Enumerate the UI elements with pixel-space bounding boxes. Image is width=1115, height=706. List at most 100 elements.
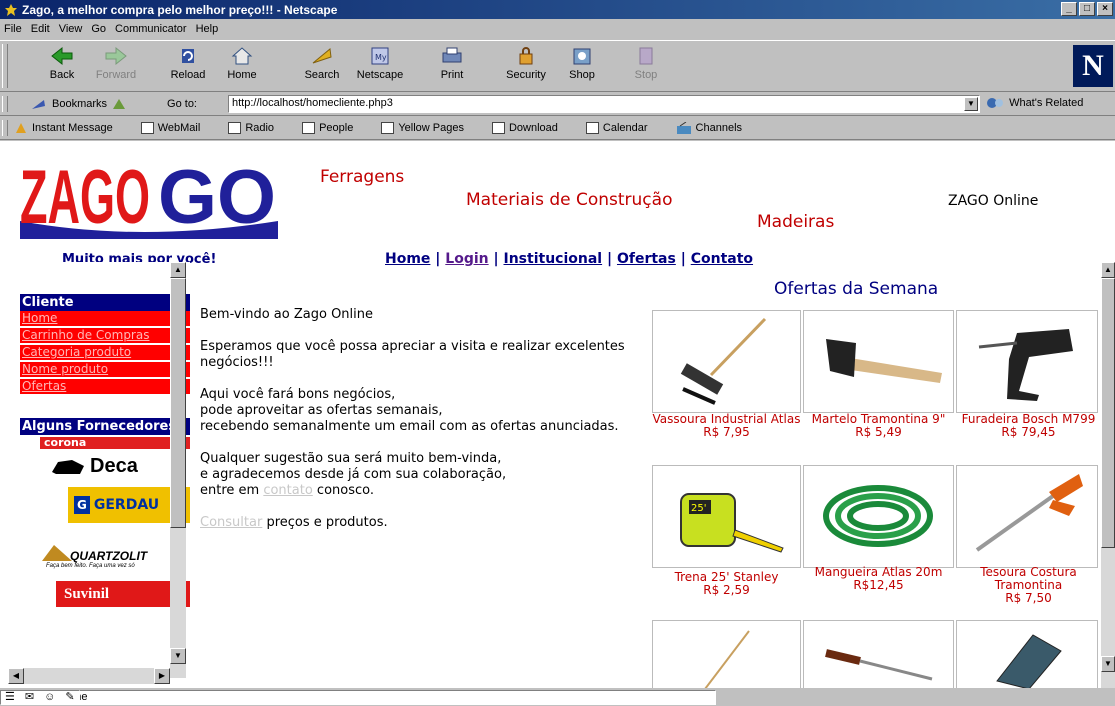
bookmark-page-icon (381, 122, 395, 134)
people-button[interactable]: People (302, 122, 367, 134)
sidebar-item-category[interactable]: Categoria produto (20, 345, 190, 362)
left-frame: Cliente Home Carrinho de Compras Categor… (20, 262, 190, 688)
menu-communicator[interactable]: Communicator (113, 23, 194, 35)
calendar-button[interactable]: Calendar (585, 122, 662, 134)
menu-go[interactable]: Go (89, 23, 113, 35)
product-label[interactable]: Vassoura Industrial Atlas R$ 7,95 (651, 413, 802, 439)
home-button[interactable]: Home (216, 45, 268, 89)
product-label[interactable]: Tesoura Costura Tramontina R$ 7,50 (953, 566, 1104, 605)
reload-button[interactable]: Reload (162, 45, 214, 89)
bookmarks-button[interactable]: Bookmarks (30, 97, 127, 111)
netscape-logo[interactable]: N (1073, 45, 1113, 87)
nav-institucional[interactable]: Institucional (504, 251, 603, 267)
netscape-button[interactable]: My Netscape (354, 45, 406, 89)
security-button[interactable]: Security (500, 45, 552, 89)
stop-button[interactable]: Stop (620, 45, 672, 89)
back-button[interactable]: Back (36, 45, 88, 89)
svg-text:ZAGO: ZAGO (20, 159, 150, 240)
scroll-down-button[interactable]: ▼ (1101, 656, 1115, 672)
search-button[interactable]: Search (296, 45, 348, 89)
page-viewport: ZAGO GO Ferragens Materiais de Construçã… (0, 141, 1115, 688)
download-button[interactable]: Download (491, 122, 572, 134)
tape-measure-icon: 25' (680, 493, 784, 553)
menu-help[interactable]: Help (194, 23, 226, 35)
product-image-cell[interactable]: 25' (652, 465, 801, 568)
product-label[interactable]: Trena 25' Stanley R$ 2,59 (651, 571, 802, 597)
scroll-right-button[interactable]: ▶ (154, 668, 170, 684)
composer-icon[interactable]: ✎ (65, 691, 74, 704)
product-label[interactable]: Martelo Tramontina 9" R$ 5,49 (803, 413, 954, 439)
scissors-icon (975, 474, 1083, 552)
instant-message-button[interactable]: Instant Message (14, 122, 127, 134)
forward-button[interactable]: Forward (90, 45, 142, 89)
whats-related-button[interactable]: What's Related (986, 97, 1083, 109)
product-image-cell[interactable] (803, 465, 954, 568)
product-image-cell[interactable] (652, 310, 801, 413)
groups-icon[interactable]: ☺ (44, 691, 55, 704)
supplier-deca-logo[interactable]: Deca (50, 453, 138, 479)
rake-icon (704, 630, 750, 688)
product-image-cell[interactable] (956, 465, 1098, 568)
url-dropdown-button[interactable]: ▼ (964, 97, 978, 111)
menu-bar: File Edit View Go Communicator Help (0, 19, 1115, 39)
personal-grip[interactable] (2, 120, 8, 136)
window-title-bar[interactable]: Zago, a melhor compra pelo melhor preço!… (0, 0, 1115, 19)
supplier-corona-logo[interactable]: corona (40, 437, 190, 449)
location-grip[interactable] (2, 96, 8, 112)
menu-view[interactable]: View (57, 23, 90, 35)
scroll-thumb[interactable] (170, 278, 186, 528)
product-image-cell[interactable] (956, 310, 1098, 413)
nav-home[interactable]: Home (385, 251, 430, 267)
print-button[interactable]: Print (426, 45, 478, 89)
personal-toolbar: Instant Message WebMail Radio People Yel… (0, 117, 1115, 140)
product-image-cell[interactable] (803, 310, 954, 413)
scroll-up-button[interactable]: ▲ (170, 262, 186, 278)
nav-ofertas[interactable]: Ofertas (617, 251, 676, 267)
product-image-cell[interactable] (652, 620, 801, 688)
yellow-pages-button[interactable]: Yellow Pages (381, 122, 478, 134)
scroll-left-button[interactable]: ◀ (8, 668, 24, 684)
contact-link[interactable]: contato (263, 483, 312, 498)
sidebar-item-offers[interactable]: Ofertas (20, 379, 190, 396)
product-image-cell[interactable] (956, 620, 1098, 688)
zago-logo[interactable]: ZAGO GO (20, 155, 278, 244)
webmail-button[interactable]: WebMail (140, 122, 215, 134)
sidebar-item-product-name[interactable]: Nome produto (20, 362, 190, 379)
broom-icon (680, 317, 767, 405)
url-input[interactable]: http://localhost/homecliente.php3 (228, 95, 980, 113)
consult-link[interactable]: Consultar (200, 515, 262, 530)
product-label[interactable]: Mangueira Atlas 20m R$12,45 (803, 566, 954, 592)
stop-icon (639, 47, 653, 65)
gerdau-g-icon: G (74, 496, 90, 514)
hammer-icon (826, 339, 942, 383)
left-frame-vertical-scrollbar[interactable]: ▲ ▼ (170, 262, 186, 678)
radio-button[interactable]: Radio (228, 122, 288, 134)
shop-button[interactable]: Shop (556, 45, 608, 89)
supplier-quartzolit-logo[interactable]: QUARTZOLIT Faça bem feito. Faça uma vez … (42, 545, 190, 575)
nav-login[interactable]: Login (445, 251, 488, 267)
maximize-button[interactable]: □ (1079, 2, 1095, 16)
component-bar: ☰ ✉ ☺ ✎ (0, 690, 80, 705)
main-frame-vertical-scrollbar[interactable]: ▲ ▼ (1101, 262, 1115, 688)
toolbar-grip[interactable] (2, 44, 8, 88)
minimize-button[interactable]: _ (1061, 2, 1077, 16)
shop-icon (573, 48, 591, 65)
menu-edit[interactable]: Edit (29, 23, 57, 35)
deca-rhino-icon (52, 460, 84, 474)
scroll-down-button[interactable]: ▼ (170, 648, 186, 664)
product-image-cell[interactable] (803, 620, 954, 688)
sidebar-item-home[interactable]: Home (20, 311, 190, 328)
product-label[interactable]: Furadeira Bosch M799 R$ 79,45 (953, 413, 1104, 439)
scroll-up-button[interactable]: ▲ (1101, 262, 1115, 278)
sidebar-item-cart[interactable]: Carrinho de Compras (20, 328, 190, 345)
menu-file[interactable]: File (2, 23, 29, 35)
scroll-thumb[interactable] (1101, 278, 1115, 548)
close-button[interactable]: × (1097, 2, 1113, 16)
netscape-app-icon (5, 3, 17, 16)
navigator-icon[interactable]: ☰ (5, 691, 15, 704)
nav-contato[interactable]: Contato (691, 251, 753, 267)
left-frame-horizontal-scrollbar[interactable]: ◀ ▶ (8, 668, 170, 684)
channels-button[interactable]: Channels (676, 122, 756, 134)
navigation-toolbar: Back Forward Reload Home Search My Netsc… (0, 40, 1115, 92)
mail-icon[interactable]: ✉ (25, 691, 34, 704)
